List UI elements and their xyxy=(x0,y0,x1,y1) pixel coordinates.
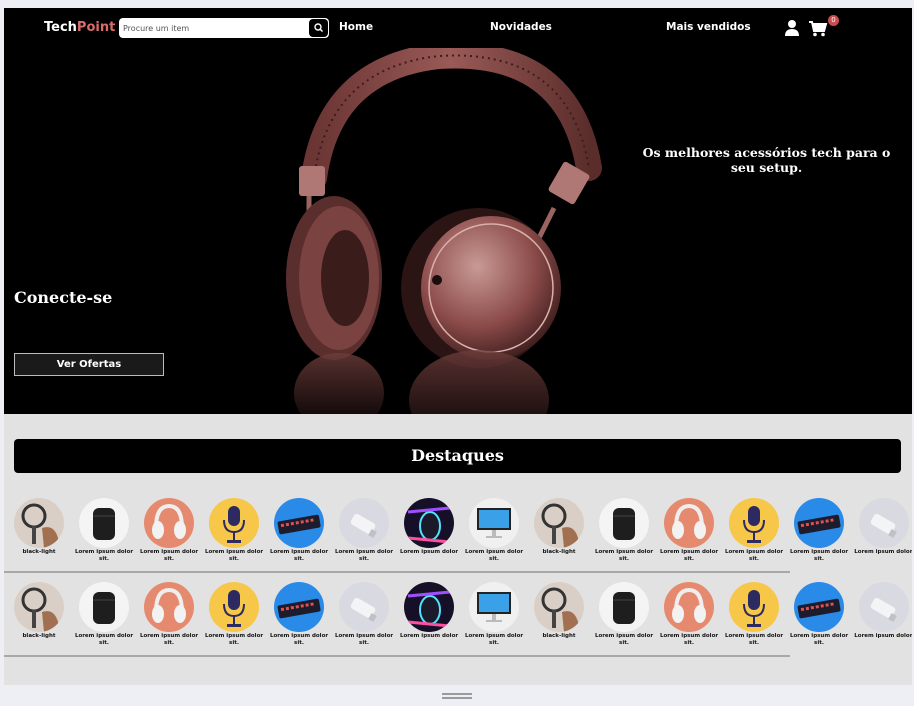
mouse-rgb-icon xyxy=(404,582,454,632)
nav-link-mais-vendidos[interactable]: Mais vendidos xyxy=(666,21,751,33)
monitor-icon xyxy=(469,582,519,632)
usb-drive-icon xyxy=(859,498,909,548)
microphone-icon xyxy=(209,582,259,632)
view-offers-button[interactable]: Ver Ofertas xyxy=(14,353,164,376)
product-caption: Lorem ipsum dolor sit. xyxy=(269,633,329,646)
product-caption: Lorem ipsum dolor sit. xyxy=(659,549,719,562)
microphone-icon xyxy=(729,498,779,548)
product-caption: Lorem ipsum dolor sit. xyxy=(334,549,394,562)
bottom-bar xyxy=(0,685,914,706)
product-caption: black-light xyxy=(542,549,576,555)
keyboard-icon xyxy=(274,582,324,632)
product-caption: black-light xyxy=(22,633,56,639)
keyboard-icon xyxy=(794,582,844,632)
product-caption: Lorem ipsum dolor sit. xyxy=(204,633,264,646)
microphone-icon xyxy=(209,498,259,548)
product-caption: Lorem ipsum dolor sit. xyxy=(464,633,524,646)
product-caption: Lorem ipsum dolor sit. xyxy=(464,549,524,562)
hero-title: Conecte-se xyxy=(14,288,113,307)
ring-light-icon xyxy=(534,582,584,632)
headphones-icon xyxy=(664,498,714,548)
cart-count-badge: 0 xyxy=(828,15,839,26)
product-caption: Lorem ipsum dolor xyxy=(399,633,459,639)
product-caption: Lorem ipsum dolor sit. xyxy=(724,633,784,646)
product-caption: Lorem ipsum dolor sit. xyxy=(789,633,849,646)
page-frame: TechPoint Home Novidades Mais vendidos xyxy=(4,8,912,685)
headphones-image xyxy=(286,48,602,414)
product-caption: Lorem ipsum dolor. xyxy=(854,549,912,555)
product-caption: Lorem ipsum dolor sit. xyxy=(74,549,134,562)
cart-icon xyxy=(809,21,828,37)
product-caption: Lorem ipsum dolor sit. xyxy=(204,549,264,562)
top-nav: TechPoint Home Novidades Mais vendidos xyxy=(4,8,912,48)
ring-light-icon xyxy=(14,498,64,548)
product-caption: Lorem ipsum dolor xyxy=(399,549,459,555)
product-caption: Lorem ipsum dolor sit. xyxy=(789,549,849,562)
keyboard-icon xyxy=(274,498,324,548)
product-caption: black-light xyxy=(542,633,576,639)
hero-banner: Os melhores acessórios tech para o seu s… xyxy=(4,48,912,414)
search-button[interactable] xyxy=(309,19,328,37)
nav-link-home[interactable]: Home xyxy=(339,21,373,33)
keyboard-icon xyxy=(794,498,844,548)
product-caption: Lorem ipsum dolor sit. xyxy=(659,633,719,646)
logo-accent: Point xyxy=(76,20,116,35)
product-row-2: black-light Lorem ipsum dolor sit. Lorem i… xyxy=(4,582,912,657)
product-row-1: black-light Lorem ipsum dolor sit. Lorem i… xyxy=(4,498,912,573)
product-caption: Lorem ipsum dolor sit. xyxy=(334,633,394,646)
headphones-icon xyxy=(144,582,194,632)
nav-link-novidades[interactable]: Novidades xyxy=(490,21,552,33)
cart-button[interactable] xyxy=(808,20,828,41)
product-caption: Lorem ipsum dolor. xyxy=(854,633,912,639)
product-caption: Lorem ipsum dolor sit. xyxy=(74,633,134,646)
product-caption: Lorem ipsum dolor sit. xyxy=(269,549,329,562)
section-title-destaques: Destaques xyxy=(14,439,901,473)
row-divider xyxy=(4,655,790,657)
ring-light-icon xyxy=(534,498,584,548)
hero-tagline: Os melhores acessórios tech para o seu s… xyxy=(642,145,891,175)
search-icon xyxy=(314,23,324,33)
logo-main: Tech xyxy=(44,20,77,35)
earbuds-case-icon xyxy=(599,582,649,632)
headphones-icon xyxy=(144,498,194,548)
product-caption: Lorem ipsum dolor sit. xyxy=(139,633,199,646)
earbuds-case-icon xyxy=(599,498,649,548)
ring-light-icon xyxy=(14,582,64,632)
earbuds-case-icon xyxy=(79,582,129,632)
search-input[interactable] xyxy=(123,20,303,36)
product-caption: Lorem ipsum dolor sit. xyxy=(594,633,654,646)
product-caption: Lorem ipsum dolor sit. xyxy=(139,549,199,562)
product-caption: Lorem ipsum dolor sit. xyxy=(594,549,654,562)
row-divider xyxy=(4,571,790,573)
search-box xyxy=(119,18,329,38)
microphone-icon xyxy=(729,582,779,632)
usb-drive-icon xyxy=(339,498,389,548)
product-caption: Lorem ipsum dolor sit. xyxy=(724,549,784,562)
product-caption: black-light xyxy=(22,549,56,555)
resize-handle-icon[interactable] xyxy=(442,693,472,699)
mouse-rgb-icon xyxy=(404,498,454,548)
monitor-icon xyxy=(469,498,519,548)
account-button[interactable] xyxy=(784,19,800,41)
usb-drive-icon xyxy=(339,582,389,632)
brand-logo[interactable]: TechPoint xyxy=(44,20,115,35)
usb-drive-icon xyxy=(859,582,909,632)
headphones-icon xyxy=(664,582,714,632)
earbuds-case-icon xyxy=(79,498,129,548)
user-icon xyxy=(785,20,799,36)
